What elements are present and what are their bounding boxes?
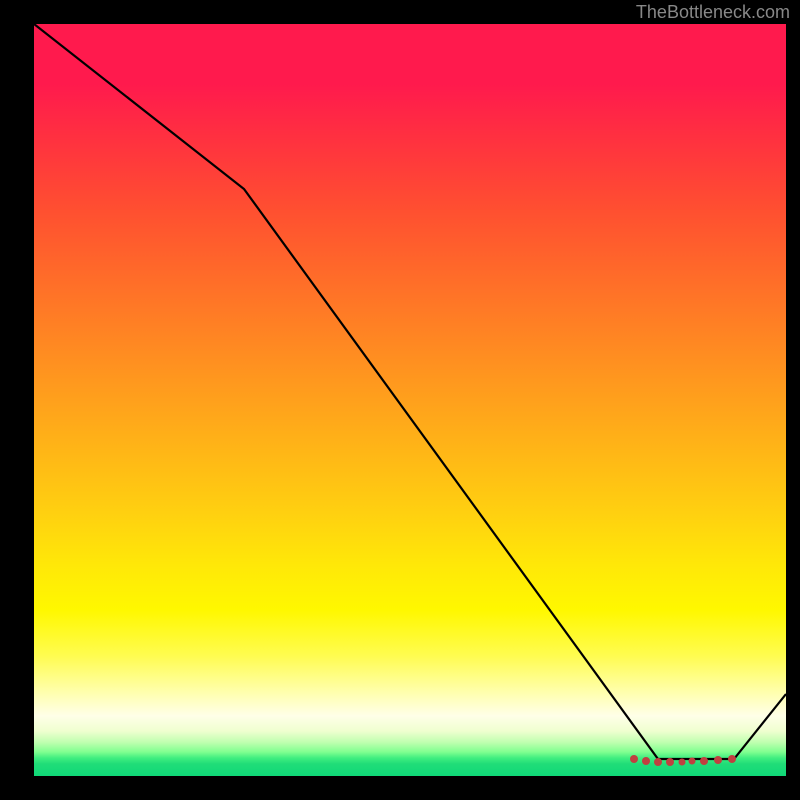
highlight-dots <box>630 755 736 766</box>
chart-svg <box>34 24 786 776</box>
attribution-text: TheBottleneck.com <box>636 2 790 23</box>
bottleneck-curve <box>34 24 786 759</box>
plot-area <box>34 24 786 776</box>
